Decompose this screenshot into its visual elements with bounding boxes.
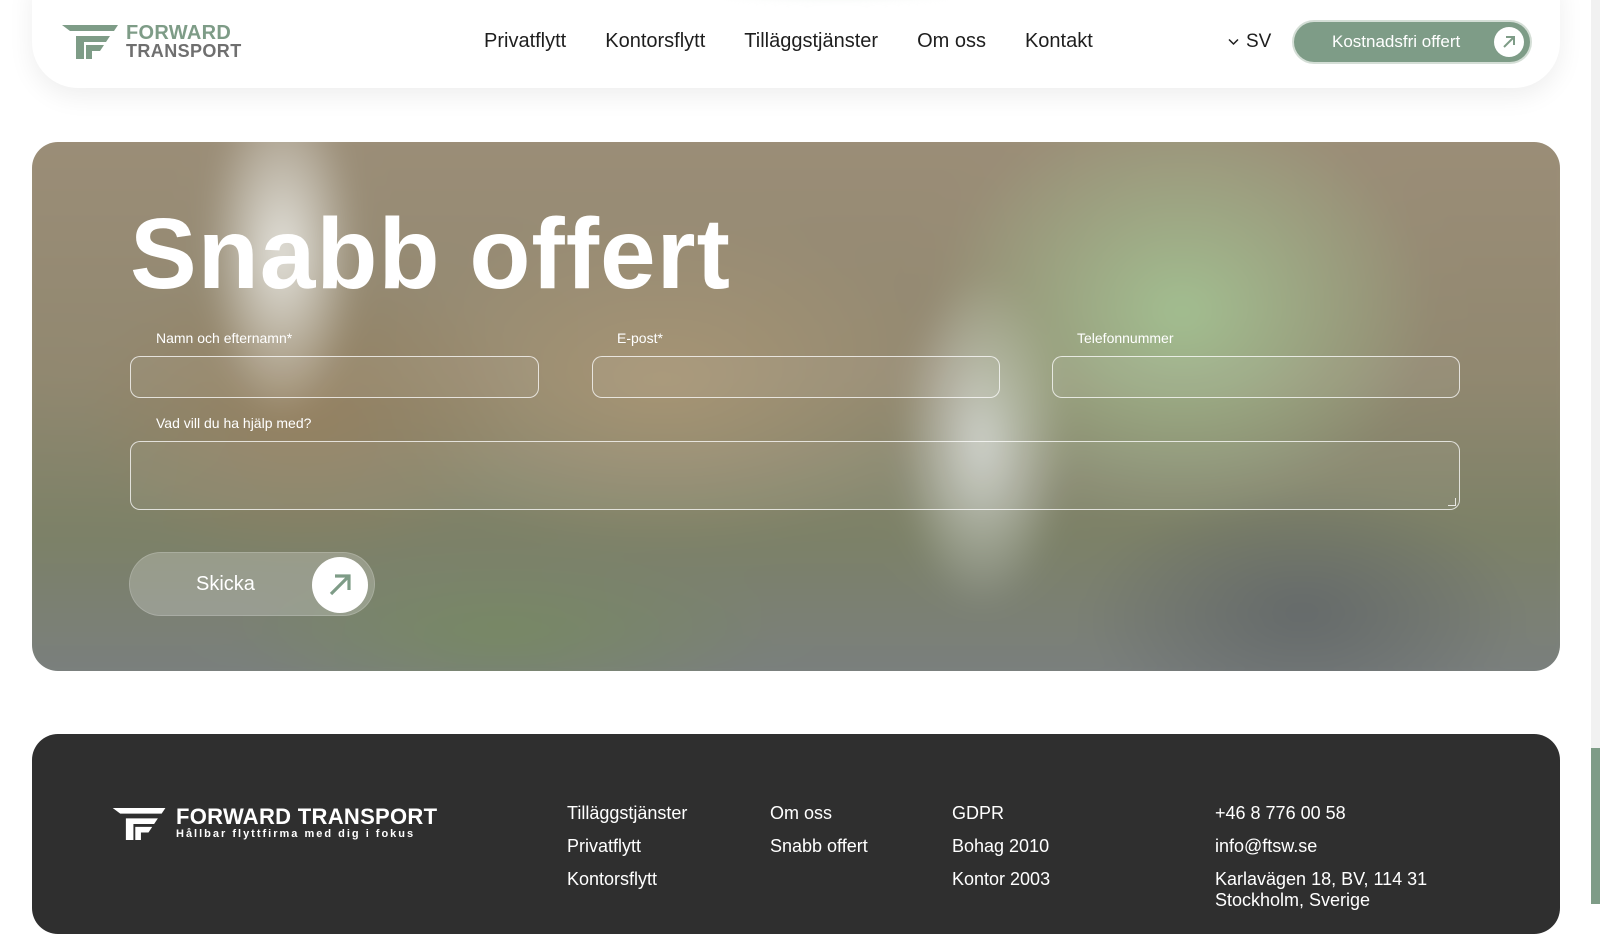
nav-tillaggstjanster[interactable]: Tilläggstjänster bbox=[744, 30, 878, 53]
footer-links-services: Tilläggstjänster Privatflytt Kontorsflyt… bbox=[567, 803, 687, 890]
free-quote-button[interactable]: Kostnadsfri offert bbox=[1294, 22, 1530, 62]
arrow-up-right-icon bbox=[1494, 27, 1524, 57]
name-label: Namn och efternamn* bbox=[156, 330, 293, 346]
footer-contact: +46 8 776 00 58 info@ftsw.se Karlavägen … bbox=[1215, 803, 1427, 911]
footer-link-snabb-offert[interactable]: Snabb offert bbox=[770, 836, 868, 857]
footer-logo-name: FORWARD TRANSPORT bbox=[176, 804, 438, 829]
email-field[interactable] bbox=[592, 356, 1000, 398]
footer-link-kontorsflytt[interactable]: Kontorsflytt bbox=[567, 869, 687, 890]
footer-address-line-2: Stockholm, Sverige bbox=[1215, 890, 1371, 910]
footer-link-om-oss[interactable]: Om oss bbox=[770, 803, 868, 824]
email-label: E-post* bbox=[617, 330, 663, 346]
footer-link-gdpr[interactable]: GDPR bbox=[952, 803, 1050, 824]
nav-om-oss[interactable]: Om oss bbox=[917, 30, 986, 53]
message-textarea[interactable] bbox=[130, 441, 1460, 510]
language-selector[interactable]: SV bbox=[1228, 31, 1271, 53]
footer-logo[interactable]: FORWARD TRANSPORT Hållbar flyttfirma med… bbox=[112, 806, 437, 841]
submit-button[interactable]: Skicka bbox=[130, 553, 374, 615]
header-logo[interactable]: FORWARD TRANSPORT bbox=[62, 22, 242, 61]
footer-link-kontor-2003[interactable]: Kontor 2003 bbox=[952, 869, 1050, 890]
footer-address-line-1: Karlavägen 18, BV, 114 31 bbox=[1215, 869, 1428, 889]
footer-links-company: Om oss Snabb offert bbox=[770, 803, 868, 857]
forward-transport-logo-icon bbox=[112, 807, 166, 840]
section-title: Snabb offert bbox=[130, 198, 731, 310]
logo-line-2: TRANSPORT bbox=[126, 41, 242, 61]
quick-quote-section: Snabb offert Namn och efternamn* E-post*… bbox=[32, 142, 1560, 671]
footer-links-terms: GDPR Bohag 2010 Kontor 2003 bbox=[952, 803, 1050, 890]
submit-label: Skicka bbox=[196, 573, 255, 595]
chevron-down-icon bbox=[1228, 38, 1239, 46]
forward-transport-logo-icon bbox=[62, 25, 118, 59]
phone-field[interactable] bbox=[1052, 356, 1460, 398]
main-nav: Privatflytt Kontorsflytt Tilläggstjänste… bbox=[484, 30, 1093, 53]
page-scrollbar[interactable] bbox=[1591, 0, 1600, 904]
logo-line-1: FORWARD bbox=[126, 22, 232, 44]
footer-link-tillaggstjanster[interactable]: Tilläggstjänster bbox=[567, 803, 687, 824]
nav-privatflytt[interactable]: Privatflytt bbox=[484, 30, 566, 53]
scrollbar-thumb[interactable] bbox=[1591, 748, 1600, 904]
footer-email[interactable]: info@ftsw.se bbox=[1215, 836, 1427, 857]
phone-label: Telefonnummer bbox=[1077, 330, 1174, 346]
message-label: Vad vill du ha hjälp med? bbox=[156, 415, 312, 431]
arrow-up-right-icon bbox=[312, 557, 368, 613]
nav-kontorsflytt[interactable]: Kontorsflytt bbox=[605, 30, 705, 53]
name-field[interactable] bbox=[130, 356, 539, 398]
footer-phone[interactable]: +46 8 776 00 58 bbox=[1215, 803, 1427, 824]
footer-link-bohag-2010[interactable]: Bohag 2010 bbox=[952, 836, 1050, 857]
footer-link-privatflytt[interactable]: Privatflytt bbox=[567, 836, 687, 857]
nav-kontakt[interactable]: Kontakt bbox=[1025, 30, 1093, 53]
free-quote-label: Kostnadsfri offert bbox=[1332, 32, 1461, 51]
language-label: SV bbox=[1246, 31, 1272, 52]
resize-handle-icon[interactable] bbox=[1448, 498, 1456, 506]
site-footer: FORWARD TRANSPORT Hållbar flyttfirma med… bbox=[32, 734, 1560, 934]
footer-logo-tagline: Hållbar flyttfirma med dig i fokus bbox=[176, 828, 416, 840]
